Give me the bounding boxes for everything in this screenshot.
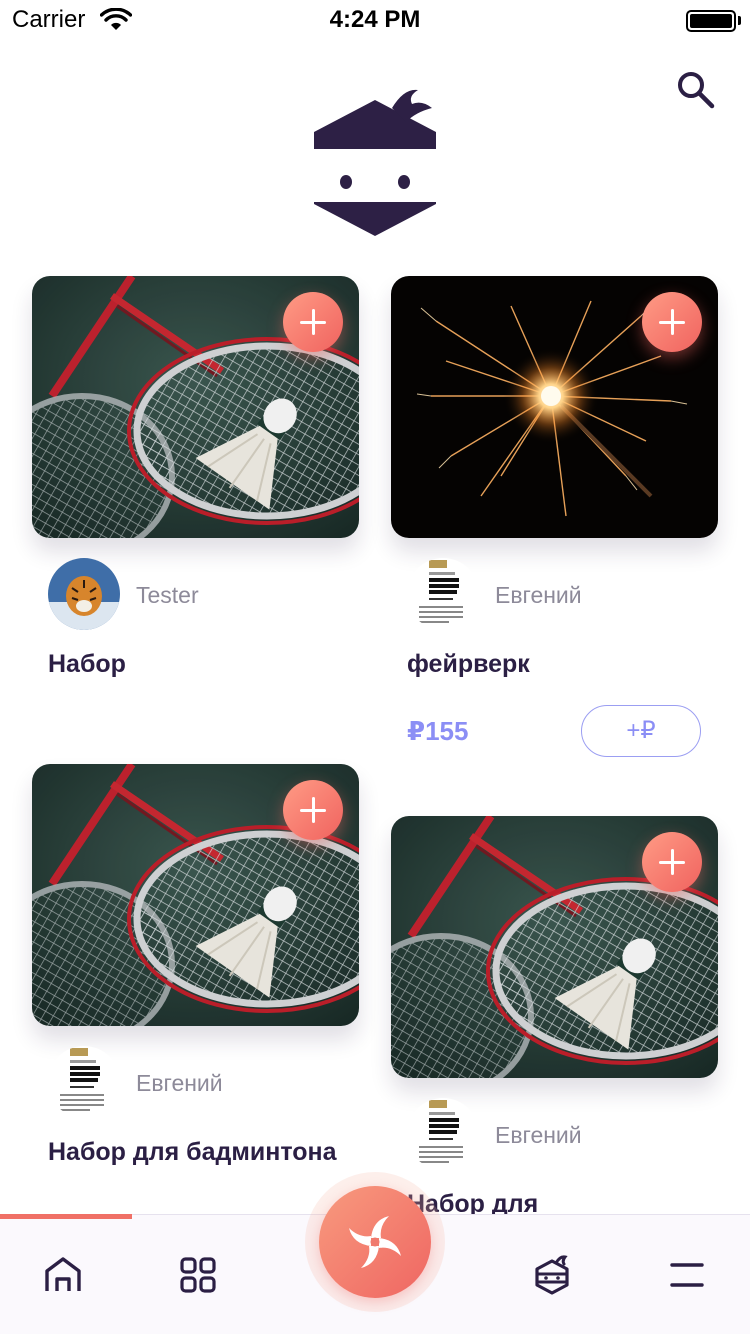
add-to-cart-button[interactable] bbox=[642, 292, 702, 352]
shuriken-icon bbox=[349, 1216, 401, 1268]
home-icon bbox=[45, 1257, 81, 1291]
product-image[interactable] bbox=[32, 276, 359, 538]
product-card[interactable]: Евгений Набор для бадминтона bbox=[32, 764, 359, 1166]
tab-home[interactable] bbox=[28, 1240, 98, 1310]
avatar bbox=[407, 558, 479, 630]
product-image[interactable] bbox=[32, 764, 359, 1026]
avatar bbox=[48, 558, 120, 630]
author-name: Tester bbox=[136, 582, 199, 608]
product-image[interactable] bbox=[391, 816, 718, 1078]
document-thumbnail bbox=[415, 1100, 471, 1168]
tab-menu[interactable] bbox=[652, 1240, 722, 1310]
ninja-head-icon bbox=[535, 1255, 569, 1295]
tab-catalog[interactable] bbox=[163, 1240, 233, 1310]
avatar bbox=[48, 1046, 120, 1118]
author-name: Евгений bbox=[495, 1122, 582, 1148]
author[interactable]: Евгений bbox=[48, 1046, 348, 1118]
document-thumbnail bbox=[415, 560, 471, 628]
active-tab-indicator bbox=[0, 1214, 132, 1219]
product-title[interactable]: фейрверк bbox=[407, 646, 707, 683]
avatar bbox=[407, 1098, 479, 1170]
author-name: Евгений bbox=[136, 1070, 223, 1096]
add-to-cart-button[interactable] bbox=[642, 832, 702, 892]
product-image[interactable] bbox=[391, 276, 718, 538]
author-name: Евгений bbox=[495, 582, 582, 608]
search-icon[interactable] bbox=[674, 68, 718, 112]
tip-button[interactable]: +₽ bbox=[581, 705, 701, 757]
author[interactable]: Tester bbox=[48, 558, 348, 630]
product-card[interactable]: Tester Набор bbox=[32, 276, 359, 678]
product-card[interactable]: Евгений Набор для bbox=[391, 816, 718, 1214]
add-to-cart-button[interactable] bbox=[283, 292, 343, 352]
author[interactable]: Евгений bbox=[407, 558, 707, 630]
tab-create[interactable] bbox=[319, 1186, 431, 1298]
author[interactable]: Евгений bbox=[407, 1098, 707, 1170]
add-to-cart-button[interactable] bbox=[283, 780, 343, 840]
product-title[interactable]: Набор для bbox=[407, 1186, 707, 1214]
grid-icon bbox=[180, 1257, 216, 1293]
product-title[interactable]: Набор bbox=[48, 646, 348, 683]
menu-icon bbox=[670, 1263, 704, 1287]
tab-profile[interactable] bbox=[517, 1240, 587, 1310]
product-title[interactable]: Набор для бадминтона bbox=[48, 1134, 348, 1171]
document-thumbnail bbox=[56, 1048, 112, 1116]
product-card[interactable]: Евгений фейрверк ₽155 +₽ bbox=[391, 276, 718, 757]
tiger-photo bbox=[48, 558, 120, 630]
ninja-logo-icon bbox=[314, 89, 436, 236]
product-price: ₽155 bbox=[407, 716, 469, 746]
